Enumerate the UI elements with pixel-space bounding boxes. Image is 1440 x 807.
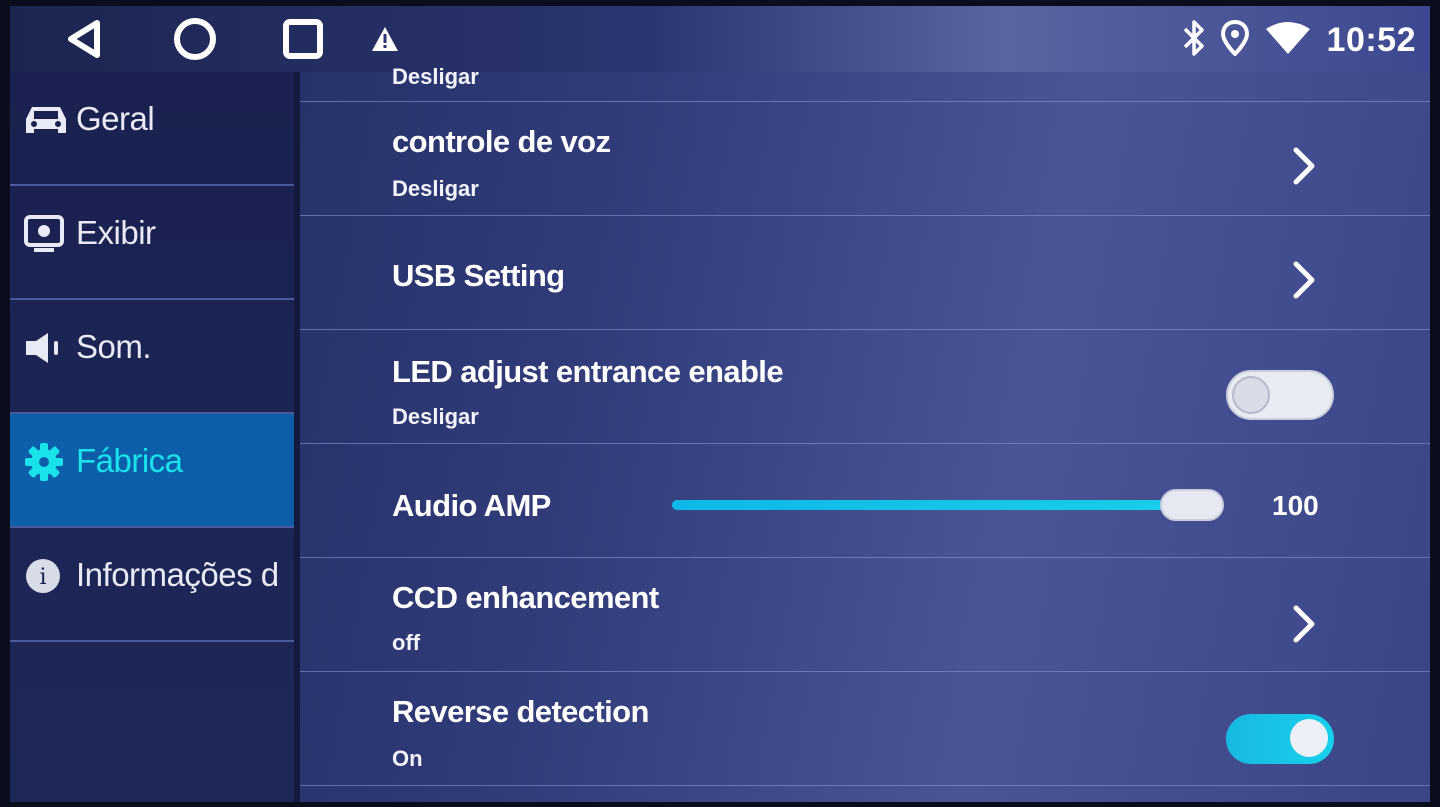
settings-row-usb-setting[interactable]: USB Setting bbox=[300, 216, 1430, 330]
row-title: CCD enhancement bbox=[392, 580, 659, 615]
reverse-detection-toggle[interactable] bbox=[1226, 714, 1334, 764]
sidebar-item-exibir[interactable]: Exibir bbox=[10, 186, 294, 300]
toggle-knob bbox=[1290, 719, 1328, 757]
row-title: Audio AMP bbox=[392, 488, 551, 523]
row-subtitle: Desligar bbox=[392, 404, 479, 429]
car-icon bbox=[24, 100, 76, 140]
info-icon: i bbox=[24, 556, 76, 596]
row-subtitle: Desligar bbox=[392, 64, 479, 89]
sidebar-item-label: Fábrica bbox=[76, 442, 183, 479]
audio-amp-slider-track[interactable] bbox=[672, 500, 1192, 510]
sidebar-item-label: Exibir bbox=[76, 214, 156, 251]
speaker-icon bbox=[24, 328, 76, 368]
settings-list: Desligar controle de voz Desligar USB Se… bbox=[300, 64, 1430, 802]
audio-amp-slider-thumb[interactable] bbox=[1160, 489, 1224, 521]
head-unit-screen: 10:52 Geral Exibir Som. Fábrica i Inform… bbox=[10, 6, 1430, 802]
gear-icon bbox=[24, 442, 76, 482]
home-icon[interactable] bbox=[170, 14, 220, 64]
sidebar-item-label: Som. bbox=[76, 328, 152, 365]
settings-row-reverse-detection[interactable]: Reverse detection On bbox=[300, 672, 1430, 786]
row-title: USB Setting bbox=[392, 258, 565, 293]
led-adjust-toggle[interactable] bbox=[1226, 370, 1334, 420]
row-title: Reverse detection bbox=[392, 694, 649, 729]
sidebar-item-geral[interactable]: Geral bbox=[10, 72, 294, 186]
settings-row-led-adjust[interactable]: LED adjust entrance enable Desligar bbox=[300, 330, 1430, 444]
settings-row-ccd-enhancement[interactable]: CCD enhancement off bbox=[300, 558, 1430, 672]
row-subtitle: off bbox=[392, 630, 421, 655]
sidebar-item-label: Informações d bbox=[76, 556, 279, 593]
sidebar-item-label: Geral bbox=[76, 100, 155, 137]
settings-row-audio-amp[interactable]: Audio AMP 100 bbox=[300, 444, 1430, 558]
row-subtitle: On bbox=[392, 746, 423, 771]
chevron-right-icon[interactable] bbox=[1290, 604, 1318, 644]
display-icon bbox=[24, 214, 76, 254]
audio-amp-value: 100 bbox=[1272, 490, 1319, 521]
back-icon[interactable] bbox=[60, 14, 110, 64]
sidebar: Geral Exibir Som. Fábrica i Informações … bbox=[10, 72, 294, 802]
row-subtitle: Desligar bbox=[392, 176, 479, 201]
sidebar-item-fabrica[interactable]: Fábrica bbox=[10, 414, 294, 528]
row-title: controle de voz bbox=[392, 124, 611, 159]
sidebar-item-informacoes[interactable]: i Informações d bbox=[10, 528, 294, 642]
sidebar-item-som[interactable]: Som. bbox=[10, 300, 294, 414]
settings-row-voice-control[interactable]: controle de voz Desligar bbox=[300, 102, 1430, 216]
svg-text:i: i bbox=[39, 565, 46, 590]
chevron-right-icon[interactable] bbox=[1290, 260, 1318, 300]
row-title: LED adjust entrance enable bbox=[392, 354, 784, 389]
settings-row-partial[interactable]: Desligar bbox=[300, 6, 1430, 102]
toggle-knob bbox=[1232, 376, 1270, 414]
chevron-right-icon[interactable] bbox=[1290, 146, 1318, 186]
